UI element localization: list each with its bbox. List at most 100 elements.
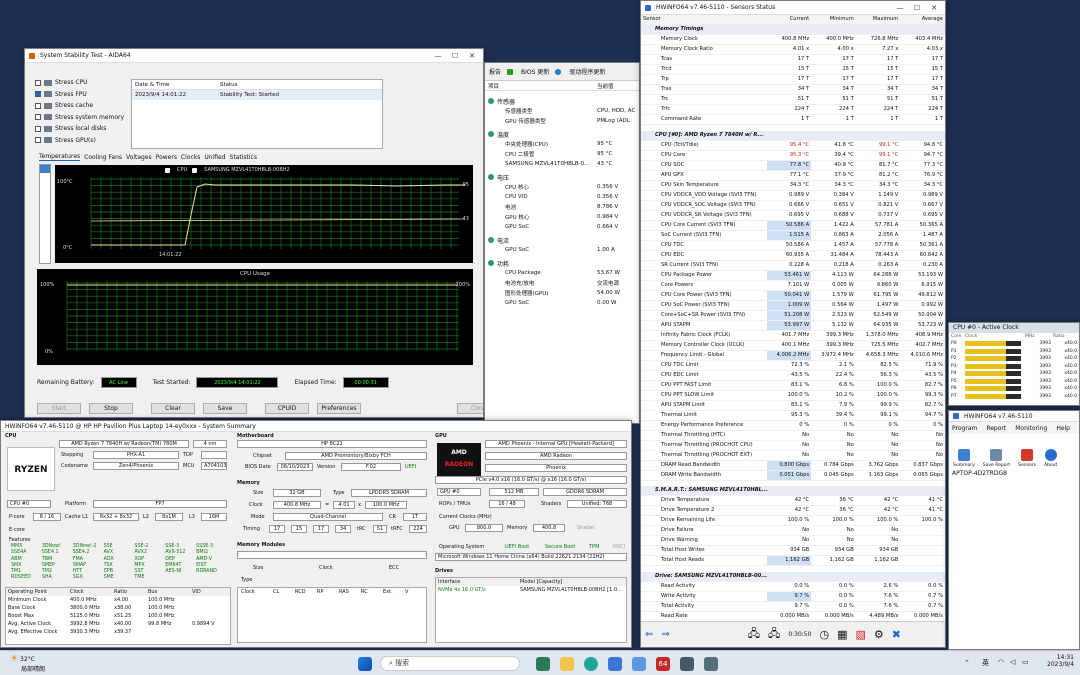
report-icon[interactable]: ▧: [855, 628, 865, 641]
nav-arrows-left-icon[interactable]: ⇐: [645, 629, 653, 640]
close-dialog-button[interactable]: Close: [457, 403, 483, 414]
checkbox[interactable]: [35, 102, 41, 109]
stress-option[interactable]: Stress GPU(s): [35, 135, 135, 147]
sensor-row[interactable]: GPU SoC 0.00 W: [485, 298, 639, 308]
sensor-row[interactable]: Thermal Throttling (PROCHOT EXT) No No No No: [641, 450, 945, 461]
sensor-row[interactable]: DRAM Read Bandwidth 0.800 Gbps 0.784 Gbps 3…: [641, 460, 945, 471]
col-maximum[interactable]: Maximum: [855, 15, 901, 25]
sensor-row[interactable]: CPU TDC 50.586 A 1.457 A 57.778 A 50.361 A: [641, 240, 945, 251]
sensor-row[interactable]: Memory Controller Clock (UCLK) 400.1 MHz 3…: [641, 340, 945, 351]
aida64-taskbar-icon[interactable]: 64: [656, 657, 670, 671]
tool-taskbar-icon[interactable]: [704, 657, 718, 671]
sensor-row[interactable]: Drive Temperature 2 42 °C 36 °C 42 °C 41 °C: [641, 505, 945, 516]
operating-point-row[interactable]: Avg. Effective Clock 3930.3 MHz x39.37: [6, 628, 230, 636]
sensor-row[interactable]: 电池 8.786 V: [485, 202, 639, 212]
sensor-row[interactable]: Trc 51 T 51 T 51 T 51 T: [641, 94, 945, 105]
file-explorer-icon[interactable]: [560, 657, 574, 671]
nav-arrows-right-icon[interactable]: ⇒: [661, 629, 669, 640]
checkbox[interactable]: [35, 125, 41, 132]
sensor-section[interactable]: Drive: SAMSUNG MZVL41T0HBLB-00...: [641, 571, 945, 582]
sensor-row[interactable]: SAMSUNG MZVL41T0HBLB-0... 43 °C: [485, 159, 639, 169]
sensor-row[interactable]: Infinity Fabric Clock (FCLK) 401.7 MHz 399…: [641, 330, 945, 341]
minimize-button[interactable]: —: [893, 4, 907, 12]
sensor-row[interactable]: Drive Remaining Life 100.0 % 100.0 % 100.0 …: [641, 515, 945, 526]
sensor-section[interactable]: Memory Timings: [641, 24, 945, 35]
system-clock[interactable]: 14:31 2023/9/4: [1040, 654, 1074, 668]
settings-icon[interactable]: ⚙: [874, 628, 884, 641]
sensor-row[interactable]: Read Rate 0.000 MB/s 0.000 MB/s 4.489 MB/s 0…: [641, 611, 945, 622]
operating-point-row[interactable]: Avg. Active Clock 3992.8 MHz x40.00 99.8 MH…: [6, 620, 230, 628]
clear-button[interactable]: Clear: [151, 403, 195, 414]
sensor-row[interactable]: Total Host Writes 934 GB 934 GB 934 GB: [641, 545, 945, 556]
sensor-row[interactable]: Thermal Throttling (HTC) No No No No: [641, 430, 945, 441]
sensor-row[interactable]: Tras 34 T 34 T 34 T 34 T: [641, 84, 945, 95]
sensor-row[interactable]: Read Activity 0.0 % 0.0 % 2.6 % 0.0 %: [641, 581, 945, 592]
sensor-row[interactable]: CPU VDDCR_VDD Voltage (SVI3 TFN) 0.989 V0…: [641, 190, 945, 201]
reset-icon[interactable]: ▦: [837, 628, 847, 641]
sensor-row[interactable]: Drive Warning No No No: [641, 535, 945, 546]
col-sensor[interactable]: Sensor: [641, 15, 767, 25]
save-button[interactable]: Save: [203, 403, 247, 414]
sensor-row[interactable]: Write Activity 9.7 % 0.0 % 7.6 % 0.7 %: [641, 591, 945, 602]
sensor-row[interactable]: APU STAPM 53.997 W 5.132 W 64.935 W 53.723 W: [641, 320, 945, 331]
col-minimum[interactable]: Minimum: [811, 15, 856, 25]
sensor-row[interactable]: Thermal Limit 95.3 % 39.4 % 99.1 % 94.7 %: [641, 410, 945, 421]
sensor-row[interactable]: CPU Core Current (SVI3 TFN) 50.586 A 1.422…: [641, 220, 945, 231]
menu-program[interactable]: Program: [952, 425, 977, 432]
sensor-row[interactable]: CPU EDC Limit 43.5 % 22.4 % 56.3 % 43.5 %: [641, 370, 945, 381]
network-icon[interactable]: 🖧: [748, 625, 760, 644]
sensor-row[interactable]: Drive Failure No No No: [641, 525, 945, 536]
sensor-row[interactable]: Total Activity 9.7 % 0.0 % 7.6 % 0.7 %: [641, 601, 945, 612]
operating-point-row[interactable]: Minimum Clock 400.0 MHz x4.00 100.0 MHz: [6, 596, 230, 604]
sensors-tool[interactable]: Sensors: [1018, 449, 1036, 468]
sensor-row[interactable]: Total Host Reads 1,162 GB 1,162 GB 1,162 GB: [641, 555, 945, 566]
cpuid-button[interactable]: CPUID: [265, 403, 309, 414]
sensor-row[interactable]: CPU SOC 77.8 °C 40.9 °C 81.7 °C 77.3 °C: [641, 160, 945, 171]
close-button[interactable]: ✕: [465, 52, 479, 60]
sensor-row[interactable]: Memory Clock Ratio 4.01 x 4.00 x 7.27 x 4.03…: [641, 44, 945, 55]
tab-cooling-fans[interactable]: Cooling Fans: [84, 154, 122, 161]
checkbox[interactable]: [35, 91, 41, 98]
checkbox[interactable]: [35, 137, 41, 144]
tab-voltages[interactable]: Voltages: [126, 154, 152, 161]
log-row[interactable]: 2023/9/4 14:01:22 Stability Test: Starte…: [132, 90, 382, 100]
stress-option[interactable]: Stress system memory: [35, 112, 135, 124]
start-button[interactable]: [358, 657, 372, 671]
sensor-group[interactable]: 电流: [485, 235, 639, 245]
sensor-section[interactable]: S.M.A.R.T.: SAMSUNG MZVL41T0HBL...: [641, 486, 945, 496]
menu-report[interactable]: Report: [986, 425, 1006, 432]
about-tool[interactable]: About: [1044, 449, 1057, 468]
minimize-button[interactable]: —: [431, 52, 445, 60]
tab-unified[interactable]: Unified: [204, 154, 225, 161]
col-current[interactable]: Current: [766, 15, 812, 25]
sensor-row[interactable]: CPU PPT FAST Limit 83.1 % 6.8 % 100.0 % 82.7…: [641, 380, 945, 391]
sensor-row[interactable]: GPU 核心 0.984 V: [485, 212, 639, 222]
sensor-row[interactable]: APU STAPM Limit 83.1 % 7.9 % 99.9 % 82.7 %: [641, 400, 945, 411]
sensor-group[interactable]: 电压: [485, 172, 639, 182]
sensor-row[interactable]: GPU SoC 1.00 A: [485, 245, 639, 255]
stop-button[interactable]: Stop: [89, 403, 133, 414]
save-report-tool[interactable]: Save Report: [983, 449, 1010, 468]
sensor-row[interactable]: CPU Core 95.3 °C 39.4 °C 99.1 °C 94.7 °C: [641, 150, 945, 161]
sensor-row[interactable]: CPU Package 53.67 W: [485, 268, 639, 278]
menu-help[interactable]: Help: [1056, 425, 1070, 432]
stress-option[interactable]: Stress local disks: [35, 123, 135, 135]
sensor-section[interactable]: CPU [#0]: AMD Ryzen 7 7840H w/ R...: [641, 130, 945, 141]
sensor-row[interactable]: CPU (Tctl/Tdie) 95.4 °C 41.8 °C 99.1 °C 94.8…: [641, 140, 945, 151]
start-button[interactable]: Start: [37, 403, 81, 414]
sensor-row[interactable]: Command Rate 1 T1 T1 T1 T: [641, 114, 945, 125]
sensor-row[interactable]: Thermal Throttling (PROCHOT CPU) No No No No: [641, 440, 945, 451]
sensor-row[interactable]: Core Powers 7.101 W 0.005 W 9.860 W 6.915 W: [641, 280, 945, 291]
sensor-row[interactable]: CPU PPT SLOW Limit 100.0 % 10.2 % 100.0 % 99…: [641, 390, 945, 401]
sensor-row[interactable]: CPU EDC 60.935 A 31.484 A 78.443 A 60.842 A: [641, 250, 945, 261]
meeting-app-icon[interactable]: [536, 657, 550, 671]
maximize-button[interactable]: ☐: [448, 52, 462, 60]
sensor-row[interactable]: Trcd 15 T 15 T 15 T 15 T: [641, 64, 945, 75]
operating-point-row[interactable]: Boost Max 5125.0 MHz x51.25 100.0 MHz: [6, 612, 230, 620]
sensor-row[interactable]: APU GFX 77.1 °C 37.9 °C 81.2 °C 76.9 °C: [641, 170, 945, 181]
weather-widget[interactable]: ☀ 32°C 局部晴朗: [10, 654, 45, 673]
stress-option[interactable]: Stress cache: [35, 100, 135, 112]
preferences-button[interactable]: Preferences: [317, 403, 361, 414]
drive-row[interactable]: NVMe 4x 16.0 GT/s SAMSUNG MZVL41T0HBLB-0…: [436, 586, 626, 594]
network-config-icon[interactable]: 🖧: [768, 625, 780, 644]
